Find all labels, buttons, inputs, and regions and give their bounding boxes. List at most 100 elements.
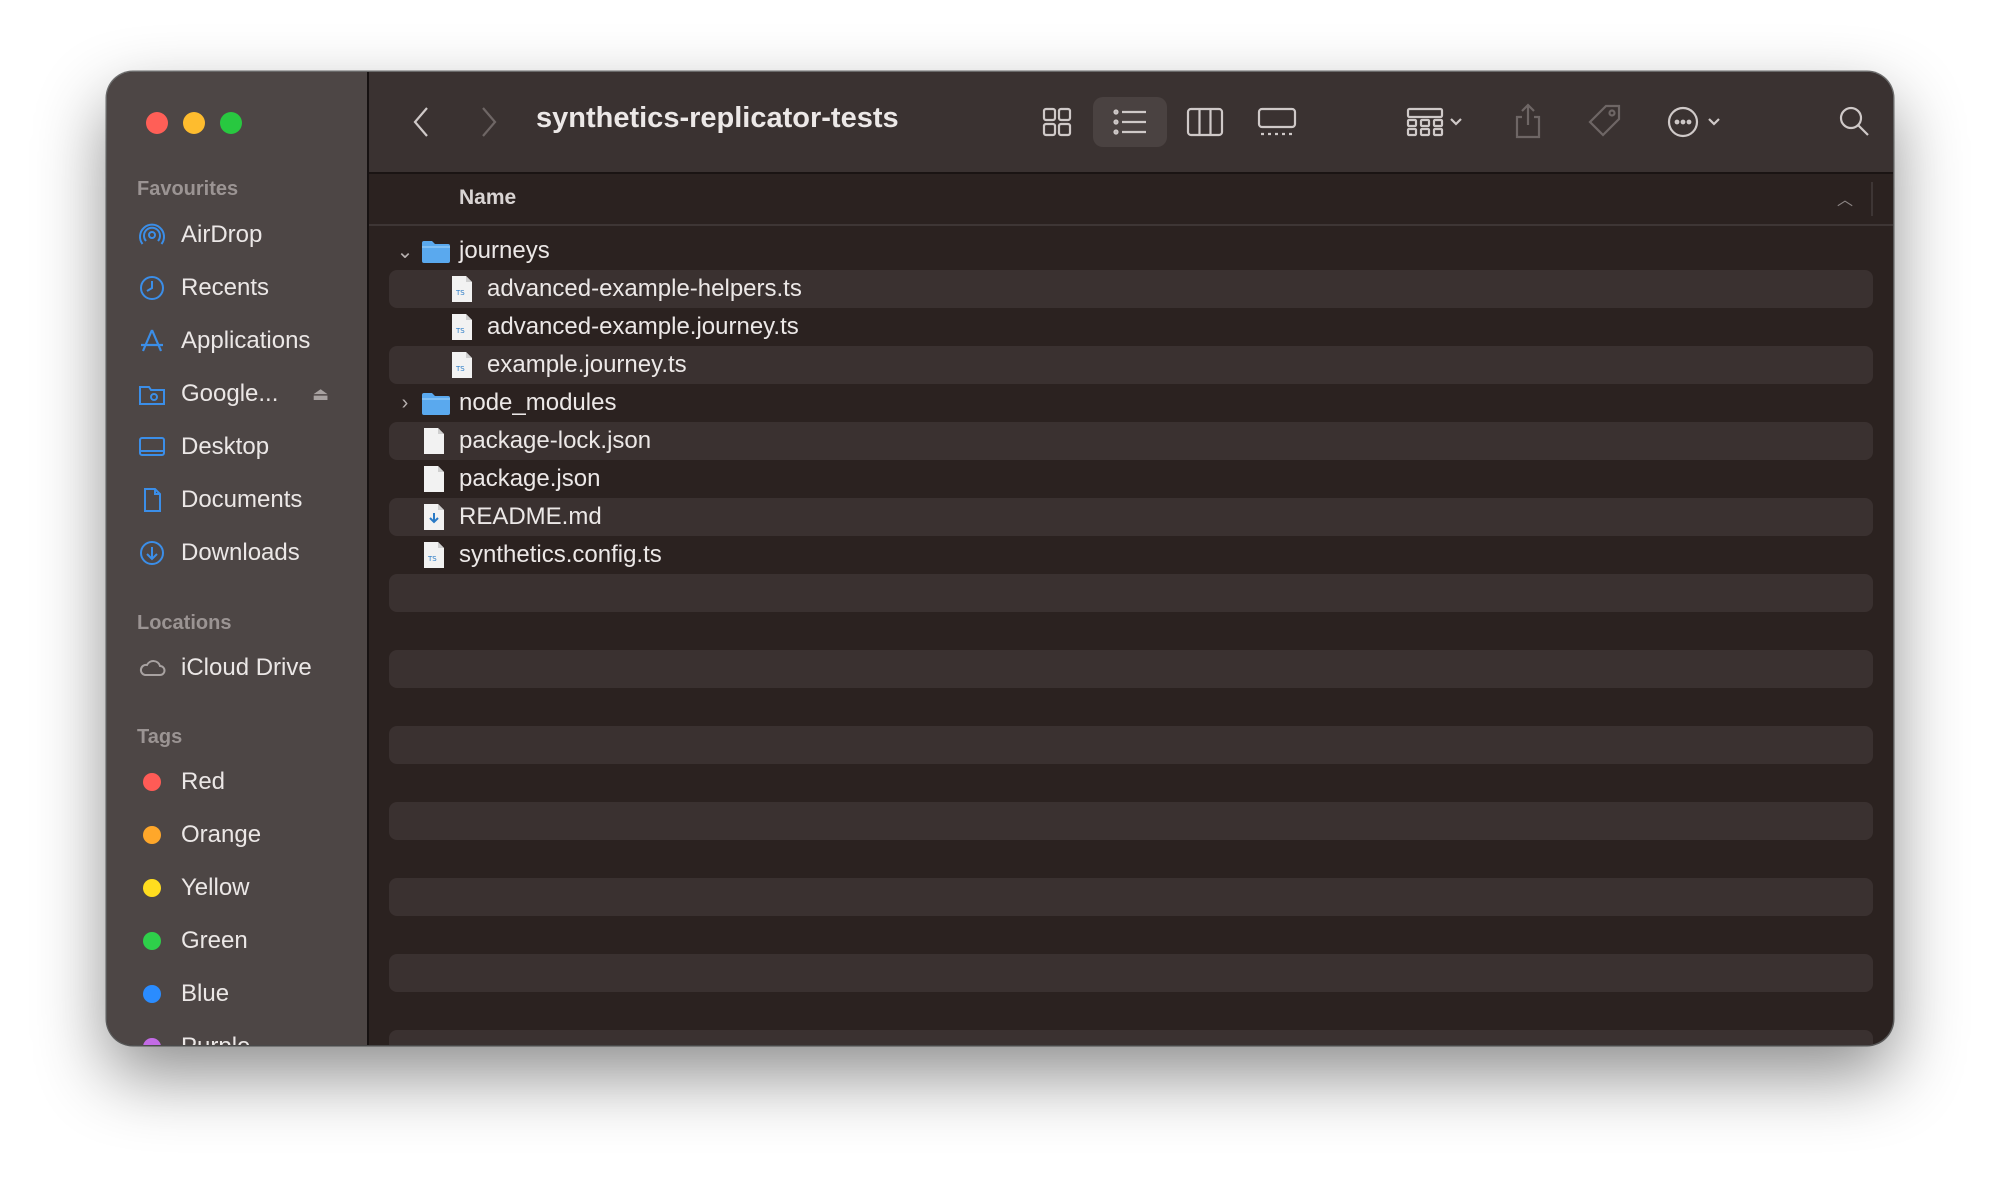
sidebar-item-label: AirDrop — [181, 221, 263, 248]
file-row-node-modules[interactable]: › node_modules — [389, 384, 1873, 422]
empty-row — [389, 688, 1873, 726]
folder-icon — [421, 239, 451, 263]
sidebar-item-documents[interactable]: Documents — [137, 480, 347, 520]
section-tags: Tags — [137, 726, 183, 748]
file-list: ⌄ journeys TS advanced-example-helpers.t… — [389, 232, 1873, 1045]
sidebar: Favourites AirDrop Recents Applications … — [107, 72, 369, 1045]
file-row-example-journey[interactable]: TS example.journey.ts — [389, 346, 1873, 384]
tags-button[interactable] — [1579, 96, 1629, 146]
svg-text:TS: TS — [455, 327, 465, 335]
share-button[interactable] — [1505, 94, 1551, 148]
sidebar-item-label: Downloads — [181, 539, 300, 566]
svg-text:TS: TS — [455, 289, 465, 297]
desktop-icon — [137, 432, 167, 462]
empty-row — [389, 650, 1873, 688]
empty-row — [389, 992, 1873, 1030]
list-view-button[interactable] — [1093, 97, 1167, 147]
icon-view-button[interactable] — [1029, 97, 1085, 147]
minimize-button[interactable] — [183, 112, 205, 134]
disclosure-expanded-icon[interactable]: ⌄ — [395, 239, 415, 264]
file-name: journeys — [459, 237, 550, 264]
gallery-icon — [1257, 107, 1297, 136]
file-name: package.json — [459, 465, 601, 492]
sidebar-item-downloads[interactable]: Downloads — [137, 533, 347, 573]
markdown-file-icon — [423, 503, 445, 531]
sidebar-tag-yellow[interactable]: Yellow — [137, 868, 347, 908]
list-icon — [1113, 109, 1146, 135]
group-icon — [1406, 107, 1462, 137]
sidebar-item-label: Applications — [181, 327, 311, 354]
sidebar-item-google[interactable]: Google... ⏏ — [137, 374, 347, 414]
ts-file-icon: TS — [451, 313, 473, 341]
clock-icon — [137, 273, 167, 303]
empty-row — [389, 916, 1873, 954]
sidebar-item-label: iCloud Drive — [181, 654, 312, 681]
group-by-button[interactable] — [1397, 97, 1473, 147]
sidebar-tag-orange[interactable]: Orange — [137, 815, 347, 855]
disclosure-collapsed-icon[interactable]: › — [395, 392, 415, 415]
sidebar-item-label: Green — [181, 927, 248, 954]
sidebar-item-label: Yellow — [181, 874, 250, 901]
document-icon — [137, 485, 167, 515]
share-icon — [1515, 103, 1541, 139]
sidebar-item-icloud-drive[interactable]: iCloud Drive — [137, 648, 347, 688]
sidebar-item-applications[interactable]: Applications — [137, 321, 347, 361]
sidebar-item-label: Purple — [181, 1033, 250, 1045]
file-row-advanced-example-journey[interactable]: TS advanced-example.journey.ts — [389, 308, 1873, 346]
cloud-icon — [137, 653, 167, 683]
sidebar-item-recents[interactable]: Recents — [137, 268, 347, 308]
download-icon — [137, 538, 167, 568]
sidebar-item-airdrop[interactable]: AirDrop — [137, 215, 347, 255]
sidebar-item-label: Recents — [181, 274, 270, 301]
file-row-package-lock[interactable]: package-lock.json — [389, 422, 1873, 460]
sidebar-tag-green[interactable]: Green — [137, 921, 347, 961]
finder-window: Favourites AirDrop Recents Applications … — [107, 72, 1893, 1045]
file-name: example.journey.ts — [487, 351, 687, 378]
drive-folder-icon — [137, 379, 167, 409]
zoom-button[interactable] — [220, 112, 242, 134]
tag-dot-purple — [143, 1038, 161, 1045]
empty-row — [389, 802, 1873, 840]
ts-file-icon: TS — [451, 275, 473, 303]
forward-button[interactable] — [469, 100, 509, 144]
sidebar-item-label: Orange — [181, 821, 262, 848]
applications-icon — [137, 326, 167, 356]
file-icon — [423, 465, 445, 493]
file-row-synthetics-config[interactable]: TS synthetics.config.ts — [389, 536, 1873, 574]
close-button[interactable] — [146, 112, 168, 134]
chevron-left-icon — [413, 107, 428, 137]
toolbar: synthetics-replicator-tests — [369, 72, 1893, 174]
ts-file-icon: TS — [451, 351, 473, 379]
gallery-view-button[interactable] — [1247, 97, 1307, 147]
sidebar-tag-purple[interactable]: Purple — [137, 1027, 347, 1045]
airdrop-icon — [137, 220, 167, 250]
tag-dot-red — [143, 773, 161, 791]
search-button[interactable] — [1829, 96, 1879, 146]
window-controls — [146, 112, 242, 134]
sort-ascending-icon[interactable]: ︿ — [1837, 186, 1853, 210]
sidebar-item-desktop[interactable]: Desktop — [137, 427, 347, 467]
tag-dot-orange — [143, 826, 161, 844]
columns-icon — [1186, 107, 1224, 137]
sidebar-tag-red[interactable]: Red — [137, 762, 347, 802]
ellipsis-circle-icon — [1667, 106, 1720, 138]
column-divider[interactable] — [1871, 182, 1873, 216]
file-name: node_modules — [459, 389, 617, 416]
grid-icon — [1042, 107, 1072, 137]
file-row-package-json[interactable]: package.json — [389, 460, 1873, 498]
back-button[interactable] — [401, 100, 441, 144]
file-row-advanced-example-helpers[interactable]: TS advanced-example-helpers.ts — [389, 270, 1873, 308]
sidebar-item-label: Red — [181, 768, 226, 795]
sidebar-tag-blue[interactable]: Blue — [137, 974, 347, 1014]
empty-row — [389, 840, 1873, 878]
file-row-journeys[interactable]: ⌄ journeys — [389, 232, 1873, 270]
file-row-readme[interactable]: README.md — [389, 498, 1873, 536]
empty-row — [389, 764, 1873, 802]
section-favourites: Favourites — [137, 178, 239, 200]
eject-icon[interactable]: ⏏ — [312, 384, 329, 405]
column-view-button[interactable] — [1177, 97, 1233, 147]
tag-dot-green — [143, 932, 161, 950]
more-actions-button[interactable] — [1657, 97, 1731, 147]
tag-dot-blue — [143, 985, 161, 1003]
column-header-name[interactable]: Name — [459, 186, 516, 210]
